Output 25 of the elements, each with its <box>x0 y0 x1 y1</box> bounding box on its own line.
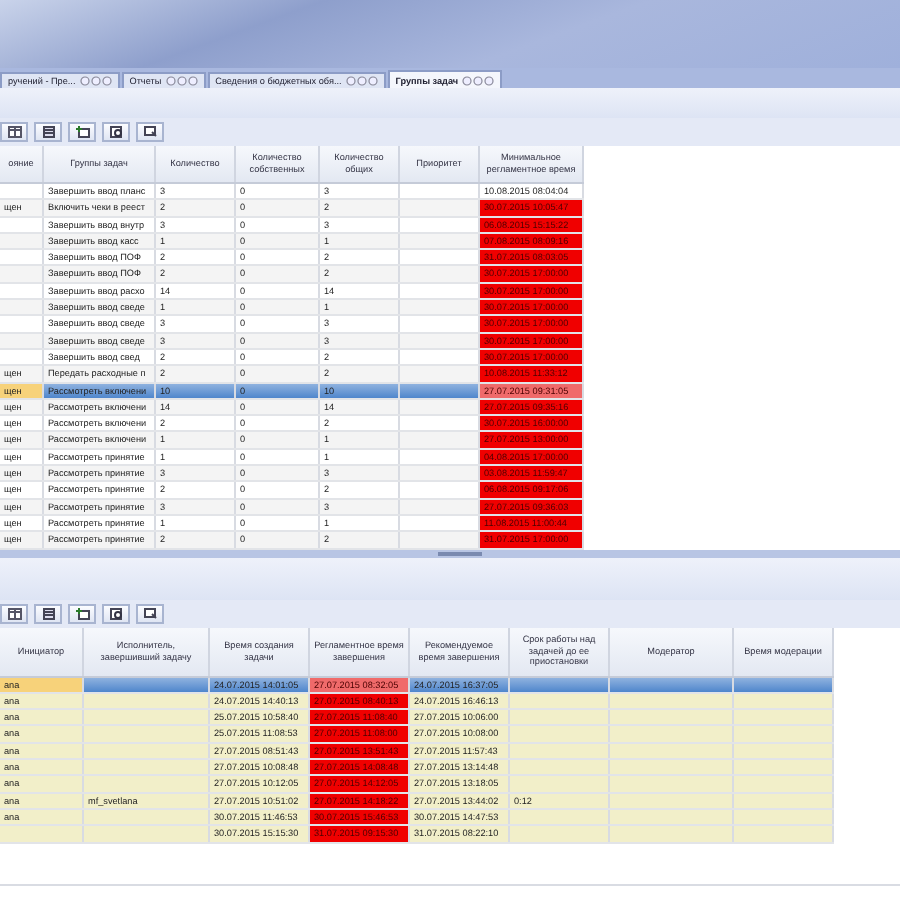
toolbar-button[interactable] <box>136 122 164 142</box>
tab-controls-icon[interactable] <box>462 75 495 85</box>
tab-controls-icon[interactable] <box>165 76 198 86</box>
window-icon <box>143 126 157 138</box>
tab-controls-icon[interactable] <box>345 76 378 86</box>
add-row-icon <box>75 126 89 138</box>
toolbar-button[interactable] <box>102 603 130 624</box>
find-icon <box>109 126 123 138</box>
add-row-icon <box>75 607 89 620</box>
toolbar-button[interactable] <box>136 603 164 624</box>
grid-icon <box>7 607 21 620</box>
splitter[interactable] <box>0 549 900 558</box>
toolbar-button[interactable] <box>0 122 28 142</box>
table-icon <box>41 607 55 620</box>
table-icon <box>41 126 55 138</box>
window-icon <box>143 607 157 620</box>
toolbar-button[interactable] <box>68 603 96 624</box>
toolbar-button[interactable] <box>34 122 62 142</box>
toolbar-button[interactable] <box>0 603 28 624</box>
toolbar-button[interactable] <box>68 122 96 142</box>
tab-controls-icon[interactable] <box>79 76 112 86</box>
toolbar-button[interactable] <box>34 603 62 624</box>
find-icon <box>109 607 123 620</box>
toolbar-button[interactable] <box>102 122 130 142</box>
grid-icon <box>7 126 21 138</box>
